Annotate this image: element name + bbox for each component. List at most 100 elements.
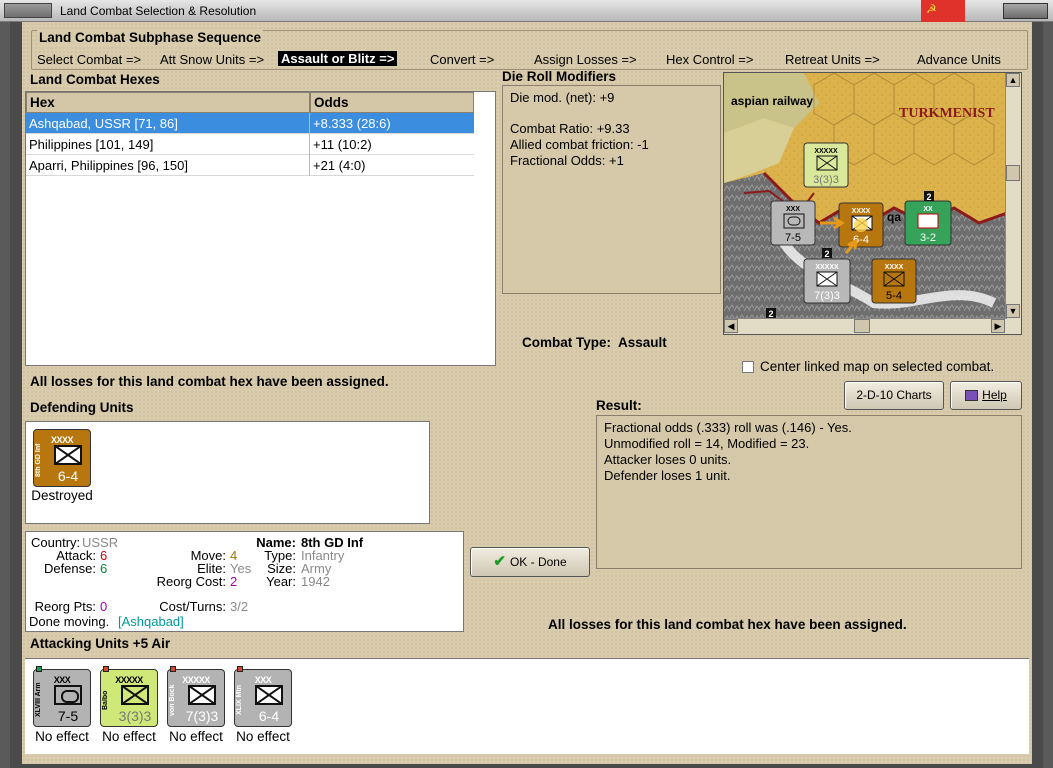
counter-strength: 5-4 [886,290,902,302]
map-vertical-scrollbar[interactable]: ▲ ▼ [1005,73,1021,334]
losses-assigned-status-bottom: All losses for this land combat hex have… [548,617,907,632]
scroll-right-icon[interactable]: ▶ [991,319,1005,333]
reorg-pts-value: 0 [100,599,108,614]
step-retreat-units: Retreat Units => [785,52,880,67]
scroll-left-icon[interactable]: ◀ [724,319,738,333]
counter-size: XXXX [885,264,904,271]
center-linked-map-label: Center linked map on selected combat. [760,359,995,374]
step-advance-units: Advance Units [917,52,1001,67]
reorg-cost-label: Reorg Cost: [156,574,226,589]
defending-unit-counter[interactable]: XXXX 8th GD Inf 6-4 [33,429,91,487]
cost-turns-value: 3/2 [230,599,249,614]
column-header-hex[interactable]: Hex [26,92,310,113]
counter-size: XXX [786,206,800,213]
subphase-sequence-title: Land Combat Subphase Sequence [37,30,264,45]
unit-flag-icon [103,666,109,672]
attacking-unit-counter[interactable]: XXXXX Balbo 3(3)3 [100,666,158,727]
die-roll-title: Die Roll Modifiers [502,69,617,84]
cost-turns-label: Cost/Turns: [159,599,226,614]
map-label-railway: aspian railway [731,94,813,108]
charts-button[interactable]: 2-D-10 Charts [844,381,944,410]
unit-strength: 6-4 [258,708,280,724]
map-label-city: qa [887,210,901,224]
table-row[interactable]: Aparri, Philippines [96, 150] +21 (4:0) [26,155,474,176]
odds-cell: +8.333 (28:6) [313,116,391,131]
unit-flag-icon [36,666,42,672]
counter-size: XXXX [852,208,871,215]
checkmark-icon: ✔ [493,553,506,570]
attacking-unit-counter[interactable]: XXX XLIX Mtn 6-4 [234,666,292,727]
scroll-down-icon[interactable]: ▼ [1006,304,1020,318]
unit-strength: 3(3)3 [118,708,152,724]
counter-size: XXXXX [814,148,838,155]
step-att-snow-units: Att Snow Units => [160,52,265,67]
ok-done-label: OK - Done [509,555,567,569]
defending-units-box: XXXX 8th GD Inf 6-4 Destroyed [25,421,430,524]
linked-map[interactable]: aspian railway TURKMENIST qa XXXXX 3(3)3… [723,72,1022,335]
map-label-country: TURKMENIST [899,106,995,121]
counter-strength: 7-5 [785,232,801,244]
result-line: Defender loses 1 unit. [604,468,731,483]
combat-type: Combat Type: Assault [522,335,667,350]
map-counter[interactable]: XXXXX 7(3)3 [803,258,851,304]
faction-flag-button[interactable]: ☭ [921,0,965,22]
die-mod-line: Die mod. (net): +9 [510,90,615,105]
table-row[interactable]: Philippines [101, 149] +11 (10:2) [26,134,474,155]
step-assault-or-blitz: Assault or Blitz => [278,51,398,66]
unit-result: No effect [236,729,290,744]
combat-type-label: Combat Type: [522,335,612,350]
hammer-sickle-icon: ☭ [926,2,937,16]
map-counter[interactable]: XXXXX 3(3)3 [803,142,849,188]
unit-strength: 6-4 [57,468,79,484]
die-roll-modifiers-box: Die mod. (net): +9 Combat Ratio: +9.33 A… [502,85,721,294]
system-menu-icon[interactable] [4,3,52,18]
result-title: Result: [596,398,642,413]
odds-cell: +21 (4:0) [313,158,366,173]
attacking-units-box: XXX XLVIII Arm 7-5 No effect XXXXX Balbo… [25,658,1029,754]
result-line: Fractional odds (.333) roll was (.146) -… [604,420,852,435]
infantry-symbol-icon [188,685,216,705]
combat-hexes-table: Hex Odds Ashqabad, USSR [71, 86] +8.333 … [25,91,496,366]
map-canvas[interactable]: aspian railway TURKMENIST qa XXXXX 3(3)3… [724,73,1008,320]
center-linked-map-option[interactable]: Center linked map on selected combat. [742,359,994,374]
scroll-thumb[interactable] [854,319,870,333]
column-header-odds[interactable]: Odds [310,92,474,113]
odds-cell: +11 (10:2) [313,137,372,152]
scroll-thumb[interactable] [1006,165,1020,181]
counter-strength: 7(3)3 [814,290,840,302]
defense-label: Defense: [43,561,96,576]
center-linked-map-checkbox[interactable] [742,361,754,373]
attacking-unit-counter[interactable]: XXXXX von Bock 7(3)3 [167,666,225,727]
step-assign-losses: Assign Losses => [534,52,637,67]
counter-size: XX [923,206,933,213]
year-value: 1942 [301,574,330,589]
hexes-title: Land Combat Hexes [30,72,160,87]
die-mod-line: Fractional Odds: +1 [510,153,624,168]
attacking-unit-counter[interactable]: XXX XLVIII Arm 7-5 [33,666,91,727]
done-moving-label: Done moving. [29,614,110,629]
die-mod-line [510,106,713,121]
table-row[interactable]: Ashqabad, USSR [71, 86] +8.333 (28:6) [26,113,474,134]
close-button[interactable] [1003,3,1048,19]
step-convert: Convert => [430,52,495,67]
help-button[interactable]: Help [950,381,1022,410]
hex-cell: Philippines [101, 149] [29,137,154,152]
mountain-symbol-icon [255,685,283,705]
map-counter[interactable]: XXX 7-5 [770,200,816,246]
map-horizontal-scrollbar[interactable]: ◀ ▶ [724,318,1007,334]
scroll-up-icon[interactable]: ▲ [1006,73,1020,87]
ok-done-button[interactable]: ✔ OK - Done [470,547,590,577]
main-panel: Land Combat Subphase Sequence Select Com… [22,22,1032,764]
infantry-symbol-icon [54,445,82,465]
die-mod-line: Allied combat friction: -1 [510,137,649,152]
result-line: Attacker loses 0 units. [604,452,732,467]
map-counter[interactable]: XX 3-2 [904,200,952,246]
stack-badge-count: 2 [824,249,829,259]
defending-units-title: Defending Units [30,400,134,415]
losses-assigned-status: All losses for this land combat hex have… [30,374,389,389]
unit-strength: 7-5 [57,708,79,724]
hex-cell: Aparri, Philippines [96, 150] [29,158,188,173]
map-counter[interactable]: XXXX 5-4 [871,258,917,304]
reorg-cost-value: 2 [230,574,238,589]
counter-strength: 3(3)3 [813,174,839,186]
